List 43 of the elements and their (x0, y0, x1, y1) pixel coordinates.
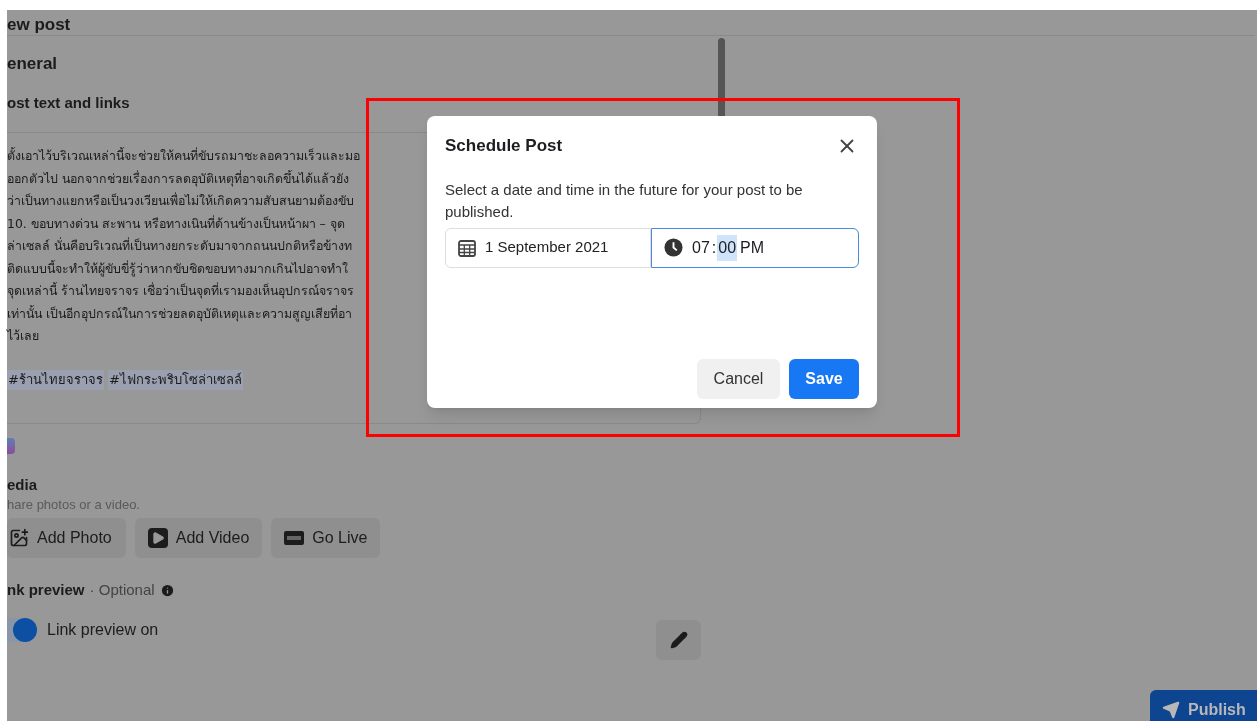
time-segment[interactable]: PM (739, 234, 766, 261)
optional-label: · Optional (89, 580, 155, 600)
date-field[interactable]: 1 September 2021 (445, 227, 651, 268)
edit-icon (669, 631, 688, 649)
post-text-line: ตั้งเอาไว้บริเวณเหล่านี้จะช่วยให้คนที่ขับรถมาชะลอความเร็วและมอ (7, 146, 360, 165)
info-icon (159, 582, 175, 598)
calendar-icon (458, 238, 476, 257)
time-segment[interactable]: 07 (691, 234, 711, 261)
send-icon (1162, 701, 1180, 719)
media-button[interactable]: Add Video (134, 518, 263, 558)
post-text-line: ไว้เลย (7, 327, 39, 345)
save-button[interactable]: Save (789, 359, 859, 399)
section-heading: nk preview (7, 580, 85, 600)
post-text-line: ติดแบบนี้จะทำให้ผู้ขับขี่รู้ว่าหากขับชิดขอบทางมากเกินไปอาจทำใ (7, 259, 348, 279)
media-button[interactable]: Add Photo (7, 518, 126, 558)
section-subtitle: hare photos or a video. (7, 497, 140, 513)
photo-icon (9, 528, 29, 548)
time-field[interactable]: 07:00 PM (651, 227, 859, 268)
cancel-button[interactable]: Cancel (697, 359, 780, 399)
publish-button[interactable]: Publish (1150, 690, 1257, 721)
app-icon (7, 438, 15, 454)
post-text-line: ออกตัวไป นอกจากช่วยเรื่องการลดอุบัติเหตุที่อาจเกิดขึ้นได้แล้วยัง (7, 169, 349, 189)
edit-button[interactable] (656, 620, 701, 660)
page-title: ew post (7, 16, 71, 33)
section-heading: edia (7, 476, 37, 494)
hashtag[interactable]: #ไฟกระพริบโซล่าเซลล์ (107, 369, 243, 390)
post-text-line: ว่าเป็นทางแยกหรือเป็นวงเวียนเพื่อไม่ให้เกิดความสับสนยามต้องขับ (7, 191, 354, 210)
dialog-description: Select a date and time in the future for your post to be published. (445, 179, 804, 222)
media-button[interactable]: Go Live (271, 518, 381, 558)
toggle-label: Link preview on (47, 619, 159, 640)
section-heading: eneral (7, 54, 58, 74)
post-text-line: เท่านั้น เป็นอีกอุปกรณ์ในการช่วยลดอุบัติเหตุและความสูญเสียที่อา (7, 304, 352, 324)
hashtag[interactable]: #ร้านไทยจราจร (7, 369, 104, 390)
dialog-title: Schedule Post (445, 135, 563, 157)
clock-icon (664, 238, 683, 257)
time-segment[interactable]: : (710, 234, 718, 261)
field-label: ost text and links (7, 94, 130, 112)
time-segment[interactable]: 00 (717, 234, 738, 261)
post-text-line: ล่าเซลล์ นั่นคือบริเวณที่เป็นทางยกระดับมาจากถนนปกติหรือข้างท (7, 236, 352, 255)
toggle-switch[interactable] (7, 617, 37, 642)
post-text-line: จุดเหล่านี้ ร้านไทยจราจร เชื่อว่าเป็นจุดที่เรามองเห็นอุปกรณ์จราจร (7, 281, 354, 301)
post-text-line: 10. ขอบทางด่วน สะพาน หรือทางเนินที่ด้านข้างเป็นหน้าผา – จุด (7, 214, 345, 234)
play-icon (147, 528, 168, 548)
